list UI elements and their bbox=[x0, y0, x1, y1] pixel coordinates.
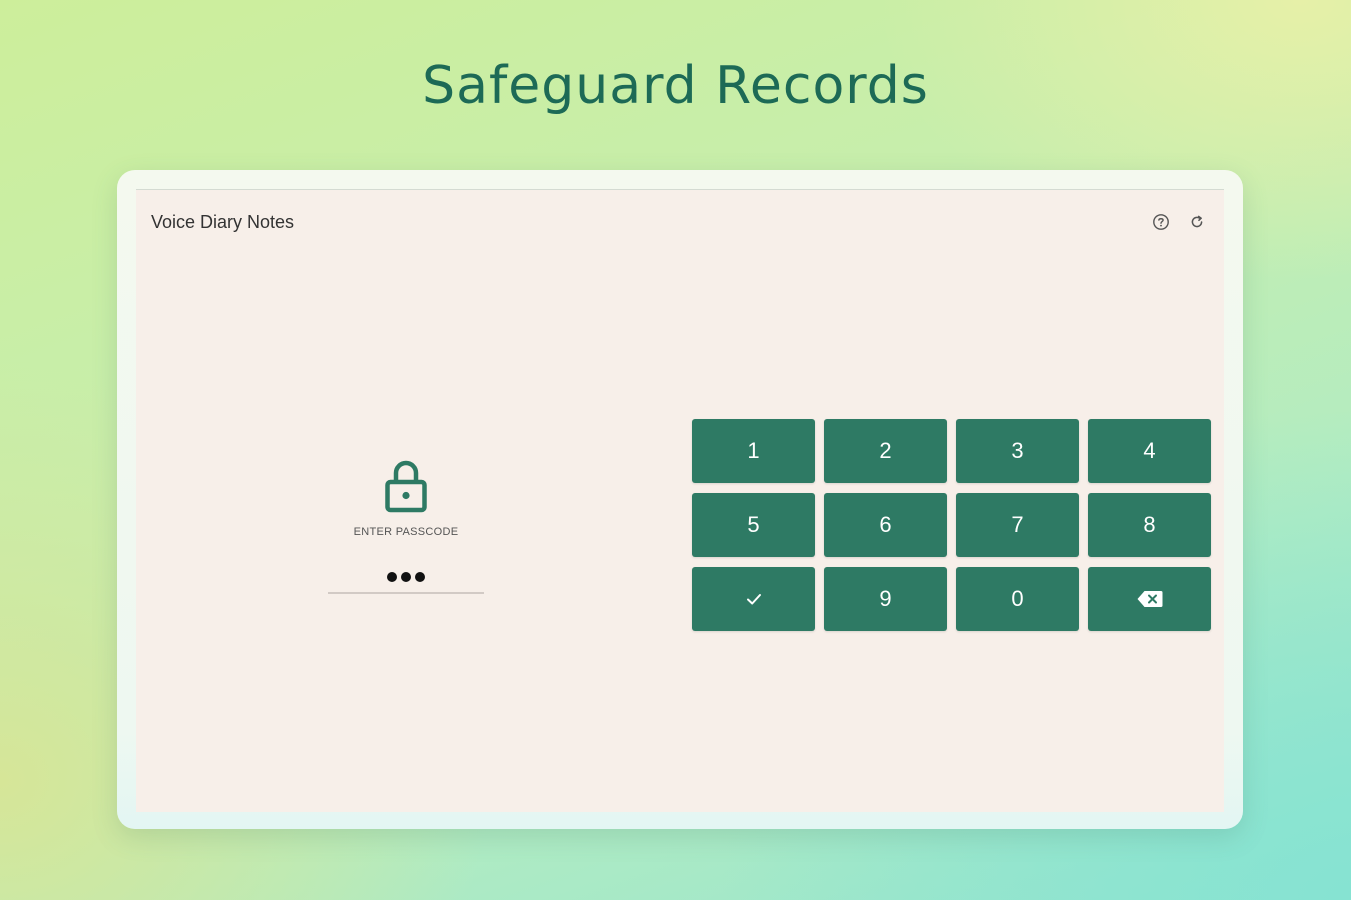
app-title: Voice Diary Notes bbox=[151, 212, 295, 232]
passcode-panel: ENTER PASSCODE bbox=[326, 458, 486, 594]
key-9[interactable]: 9 bbox=[824, 567, 947, 631]
backspace-icon bbox=[1136, 589, 1164, 609]
key-5[interactable]: 5 bbox=[692, 493, 815, 557]
key-0[interactable]: 0 bbox=[956, 567, 1079, 631]
key-7[interactable]: 7 bbox=[956, 493, 1079, 557]
promo-headline: Safeguard Records bbox=[422, 56, 929, 116]
key-label: 6 bbox=[879, 512, 892, 537]
check-icon bbox=[743, 588, 765, 610]
key-label: 2 bbox=[879, 438, 892, 463]
key-1[interactable]: 1 bbox=[692, 419, 815, 483]
key-4[interactable]: 4 bbox=[1088, 419, 1211, 483]
key-label: 5 bbox=[747, 512, 760, 537]
key-label: 1 bbox=[747, 438, 760, 463]
key-label: 8 bbox=[1143, 512, 1156, 537]
lock-icon bbox=[385, 460, 427, 513]
key-3[interactable]: 3 bbox=[956, 419, 1079, 483]
passcode-field[interactable] bbox=[328, 562, 484, 594]
app-screen: Voice Diary Notes ENTER PASSCODE 1 2 3 4 … bbox=[136, 189, 1224, 812]
key-confirm[interactable] bbox=[692, 567, 815, 631]
key-label: 0 bbox=[1011, 586, 1024, 611]
refresh-icon[interactable] bbox=[1187, 212, 1207, 232]
key-label: 4 bbox=[1143, 438, 1156, 463]
key-label: 7 bbox=[1011, 512, 1024, 537]
help-icon[interactable] bbox=[1151, 212, 1171, 232]
key-label: 3 bbox=[1011, 438, 1024, 463]
key-2[interactable]: 2 bbox=[824, 419, 947, 483]
key-label: 9 bbox=[879, 586, 892, 611]
passcode-dot bbox=[415, 572, 425, 582]
passcode-dot bbox=[387, 572, 397, 582]
keypad: 1 2 3 4 5 6 7 8 9 0 bbox=[692, 419, 1211, 631]
passcode-dot bbox=[401, 572, 411, 582]
key-backspace[interactable] bbox=[1088, 567, 1211, 631]
device-frame: Voice Diary Notes ENTER PASSCODE 1 2 3 4 … bbox=[117, 170, 1243, 829]
key-8[interactable]: 8 bbox=[1088, 493, 1211, 557]
key-6[interactable]: 6 bbox=[824, 493, 947, 557]
enter-passcode-label: ENTER PASSCODE bbox=[353, 526, 459, 538]
